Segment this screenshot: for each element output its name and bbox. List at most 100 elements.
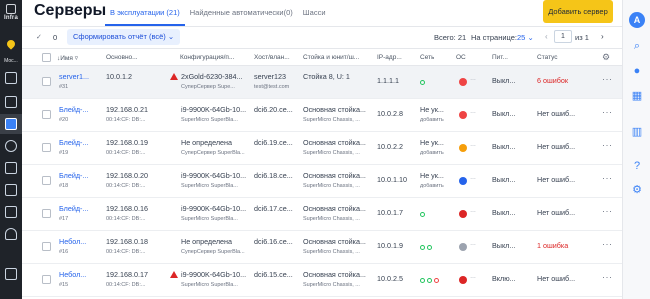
row-checkbox[interactable] (42, 176, 51, 185)
rack-link[interactable]: Основная стойка... (303, 237, 366, 246)
row-checkbox[interactable] (42, 275, 51, 284)
col-name[interactable]: ↓Имя ▿ (57, 54, 78, 62)
rack-link[interactable]: Основная стойка... (303, 105, 366, 114)
notifications-bell-icon[interactable]: ● (631, 65, 643, 77)
settings-gear-icon[interactable]: ⚙ (631, 184, 643, 196)
config-name: i9-9900K-64Gb-10... (181, 105, 247, 114)
server-name-link[interactable]: Блейд-... (59, 138, 88, 147)
ip-address: 10.0.1.10 (377, 175, 407, 184)
reports-chart-icon[interactable]: ▥ (631, 126, 643, 138)
rack-link[interactable]: Основная стойка... (303, 138, 366, 147)
col-config[interactable]: Конфигурация/п... (180, 54, 252, 61)
row-actions-more-icon[interactable]: ··· (602, 74, 613, 84)
racks-icon[interactable] (5, 96, 17, 108)
col-host[interactable]: Хост/влан... (254, 54, 302, 61)
rack-link[interactable]: Основная стойка... (303, 270, 366, 279)
hostname: dci6.15.ce... (254, 270, 293, 279)
rack-link[interactable]: Стойка 8, U: 1 (303, 72, 350, 81)
chassis-icon[interactable] (5, 206, 17, 218)
select-all-checkbox-icon[interactable]: ✓ (36, 33, 42, 41)
mac-address: 00:14:CF: DB:... (106, 282, 146, 288)
chassis-model: SuperMicro Chassis, ... (303, 117, 360, 123)
tab-in-operation[interactable]: В эксплуатации (21) (105, 0, 185, 26)
config-name: Не определена (181, 237, 233, 246)
table-row[interactable]: Блейд-... #20 192.168.0.21 00:14:CF: DB:...… (22, 99, 622, 132)
os-more-icon: … (470, 175, 476, 181)
storage-icon[interactable] (5, 162, 17, 174)
table-row[interactable]: server1... #31 10.0.1.2 2xGold-6230-384... С… (22, 66, 622, 99)
devices-icon[interactable] (5, 184, 17, 196)
col-os[interactable]: ОС (456, 54, 466, 61)
row-checkbox[interactable] (42, 209, 51, 218)
network-icon[interactable] (5, 140, 17, 152)
server-name-link[interactable]: Небол... (59, 237, 86, 246)
next-page-icon[interactable]: › (601, 32, 604, 41)
tab-auto-discovered[interactable]: Найденные автоматически(0) (185, 0, 298, 26)
servers-icon[interactable] (5, 118, 17, 130)
help-icon[interactable]: ? (631, 160, 643, 172)
col-power[interactable]: Пит... (492, 54, 508, 61)
server-name-link[interactable]: Небол... (59, 270, 86, 279)
server-name-link[interactable]: server1... (59, 72, 89, 81)
server-name-link[interactable]: Блейд-... (59, 171, 88, 180)
search-icon[interactable]: ⌕ (631, 40, 643, 52)
add-server-button[interactable]: Добавить сервер (543, 0, 613, 23)
apps-grid-icon[interactable]: ▦ (631, 90, 643, 102)
primary-ip: 192.168.0.19 (106, 138, 148, 147)
row-actions-more-icon[interactable]: ··· (602, 239, 613, 249)
row-actions-more-icon[interactable]: ··· (602, 173, 613, 183)
users-icon[interactable] (5, 228, 17, 240)
row-actions-more-icon[interactable]: ··· (602, 206, 613, 216)
table-row[interactable]: Небол... #16 192.168.0.18 00:14:CF: DB:... Н… (22, 231, 622, 264)
row-checkbox[interactable] (42, 77, 51, 86)
col-ip[interactable]: IP-адр... (377, 54, 402, 61)
status-badge: Нет ошиб... (537, 274, 576, 283)
add-network-link[interactable]: добавить (420, 183, 444, 189)
tab-chassis[interactable]: Шасси (298, 0, 331, 26)
page-number-input[interactable]: 1 (554, 30, 572, 43)
prev-page-icon[interactable]: ‹ (545, 32, 548, 41)
server-id: #19 (59, 150, 69, 156)
brand-logo[interactable]: Infra (0, 4, 22, 21)
server-name-link[interactable]: Блейд-... (59, 105, 88, 114)
primary-ip: 192.168.0.16 (106, 204, 148, 213)
rack-link[interactable]: Основная стойка... (303, 171, 366, 180)
warning-icon (170, 271, 178, 278)
row-actions-more-icon[interactable]: ··· (602, 107, 613, 117)
table-row[interactable]: Блейд-... #18 192.168.0.20 00:14:CF: DB:...… (22, 165, 622, 198)
add-network-link[interactable]: добавить (420, 150, 444, 156)
row-checkbox[interactable] (42, 242, 51, 251)
menu-collapse-icon[interactable] (5, 268, 17, 280)
power-state: Выкл... (492, 142, 516, 151)
table-row[interactable]: Блейд-... #19 192.168.0.19 00:14:CF: DB:...… (22, 132, 622, 165)
row-actions-more-icon[interactable]: ··· (602, 272, 613, 282)
user-avatar[interactable]: A (629, 12, 645, 28)
header-checkbox[interactable] (42, 53, 51, 62)
table-row[interactable]: Небол... #15 192.168.0.17 00:14:CF: DB:... i… (22, 264, 622, 297)
col-network[interactable]: Сеть (420, 54, 434, 61)
server-name-link[interactable]: Блейд-... (59, 204, 88, 213)
table-toolbar: ✓ 0 Сформировать отчёт (всё) ⌄ Всего: 21… (22, 28, 622, 46)
col-rack[interactable]: Стойка и юнит/ш... (303, 54, 373, 61)
row-checkbox[interactable] (42, 110, 51, 119)
generate-report-button[interactable]: Сформировать отчёт (всё) ⌄ (67, 29, 181, 45)
chassis-model: SuperMicro Chassis, ... (303, 282, 360, 288)
primary-ip: 192.168.0.20 (106, 171, 148, 180)
rack-link[interactable]: Основная стойка... (303, 204, 366, 213)
location-switcher[interactable]: Мос... (0, 36, 22, 64)
row-checkbox[interactable] (42, 143, 51, 152)
per-page-select[interactable]: 25 ⌄ (517, 33, 534, 42)
status-badge[interactable]: 6 ошибок (537, 76, 593, 85)
add-network-link[interactable]: добавить (420, 117, 444, 123)
col-status[interactable]: Статус (537, 54, 558, 61)
chassis-model: SuperMicro Chassis, ... (303, 216, 360, 222)
columns-settings-gear-icon[interactable]: ⚙ (602, 52, 610, 63)
os-icon (459, 144, 467, 152)
col-primary[interactable]: Основно... (106, 54, 138, 61)
page-title: Серверы (34, 2, 107, 19)
brand-label: Infra (3, 15, 18, 21)
table-row[interactable]: Блейд-... #17 192.168.0.16 00:14:CF: DB:...… (22, 198, 622, 231)
dashboard-icon[interactable] (5, 72, 17, 84)
row-actions-more-icon[interactable]: ··· (602, 140, 613, 150)
status-badge[interactable]: 1 ошибка (537, 241, 593, 250)
